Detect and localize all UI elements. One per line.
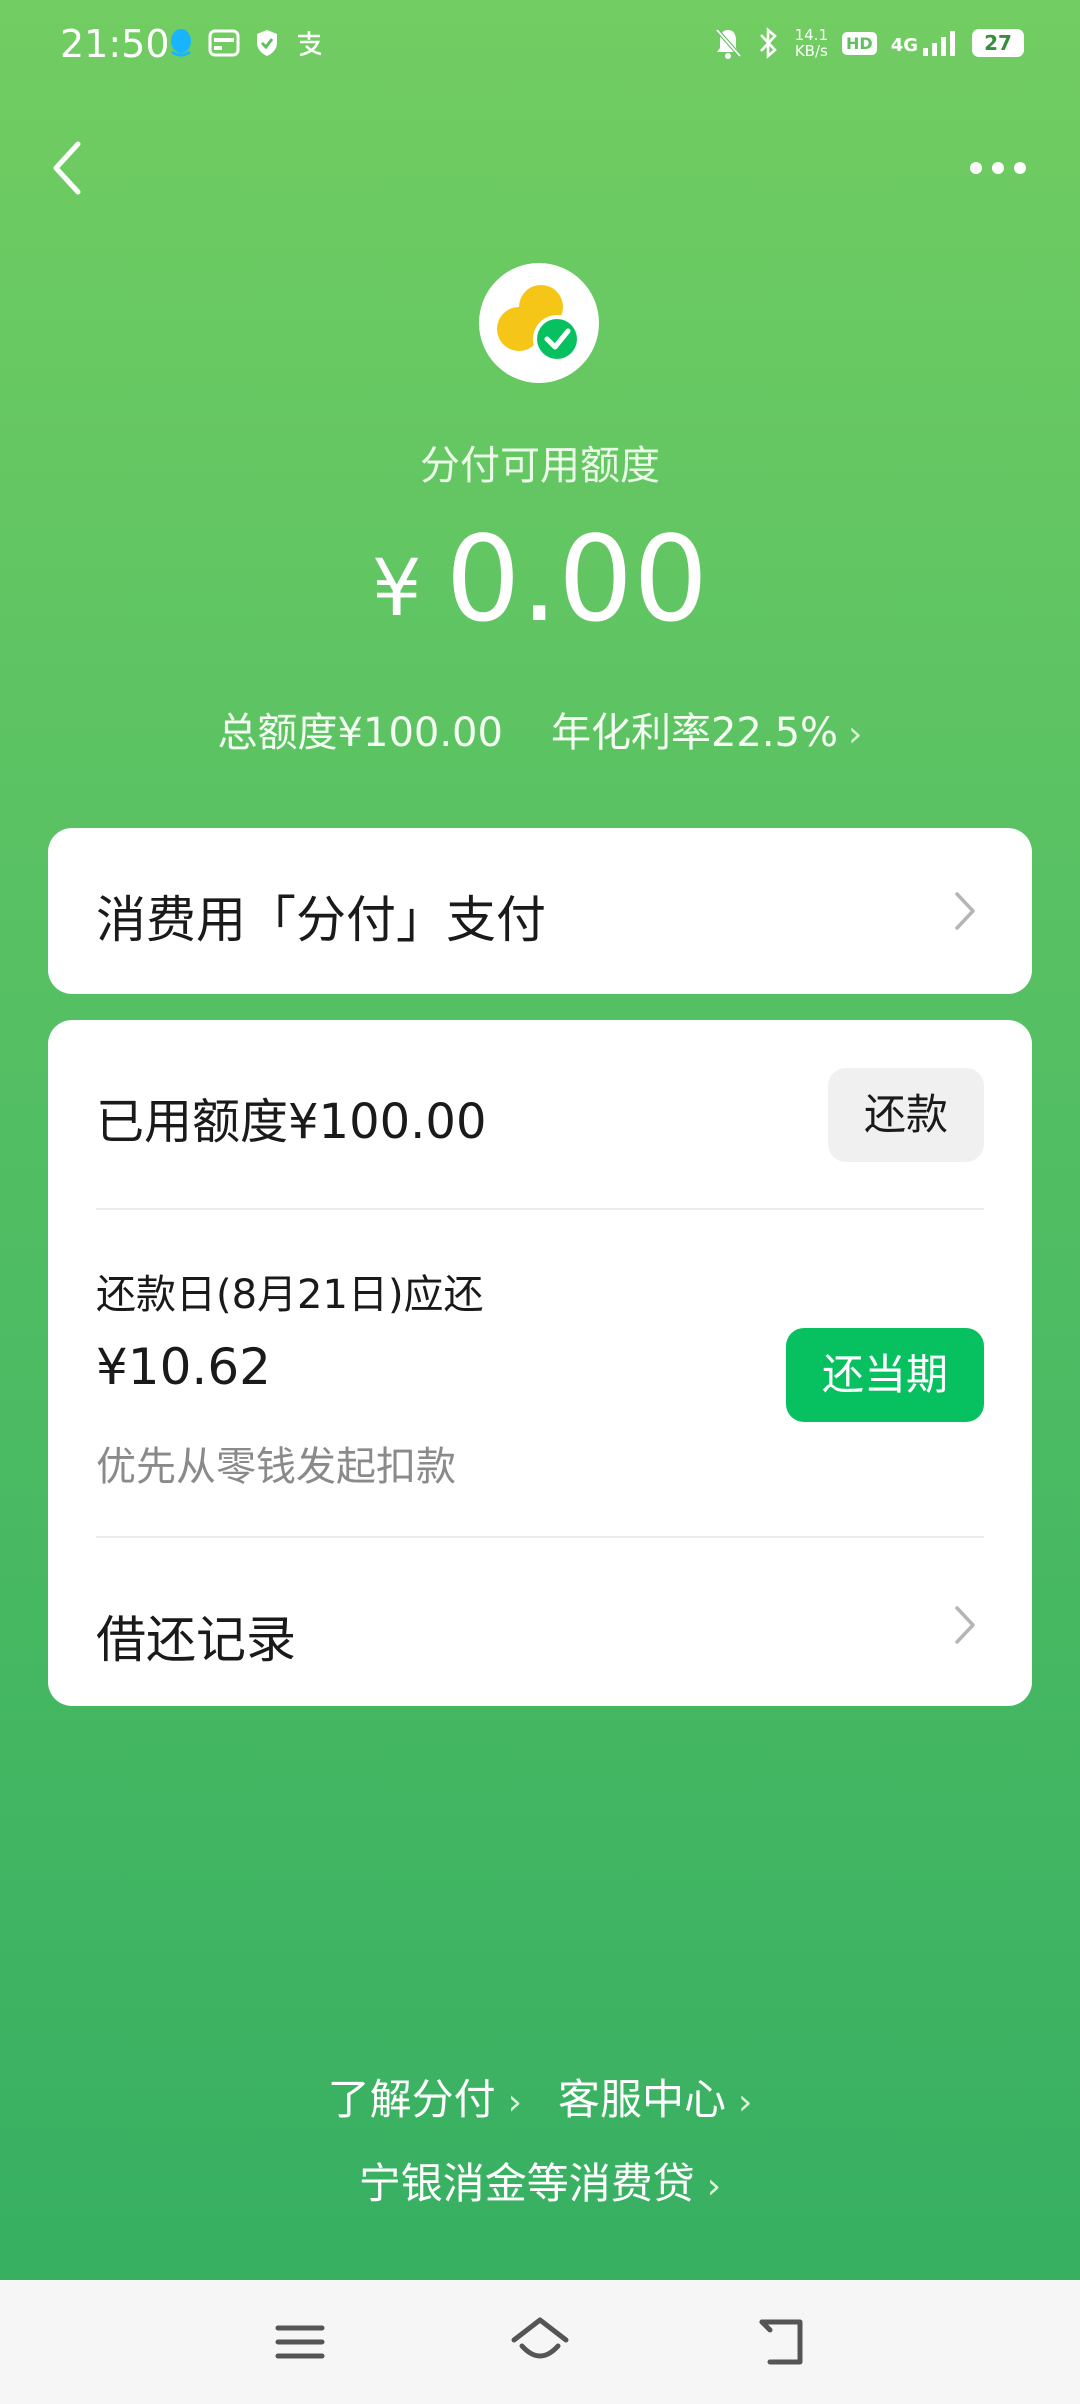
network-speed-value: 14.1 xyxy=(794,26,829,44)
shield-icon xyxy=(257,30,277,56)
divider xyxy=(96,1536,984,1538)
chevron-right-icon xyxy=(955,1606,975,1644)
due-amount: ¥10.62 xyxy=(96,1338,271,1396)
more-options-icon[interactable] xyxy=(968,150,1028,186)
pay-with-fenfu-card[interactable]: 消费用「分付」支付 xyxy=(48,828,1032,994)
network-type: 4G xyxy=(890,35,918,56)
divider xyxy=(96,1208,984,1210)
menu-icon[interactable] xyxy=(268,2310,332,2374)
pay-with-fenfu-label: 消费用「分付」支付 xyxy=(96,891,546,949)
credit-summary[interactable]: 总额度¥100.00 年化利率22.5% › xyxy=(0,700,1080,758)
chevron-right-icon: › xyxy=(706,2166,722,2207)
fenfu-logo-icon xyxy=(497,285,581,363)
available-credit-label: 分付可用额度 xyxy=(420,443,660,489)
chevron-right-icon: › xyxy=(507,2082,522,2123)
chevron-right-icon: › xyxy=(738,2082,753,2123)
hd-badge: HD xyxy=(842,31,877,55)
chevron-right-icon: › xyxy=(848,714,863,755)
due-date-label: 还款日(8月21日)应还 xyxy=(96,1272,484,1318)
footer-links-second: 宁银消金等消费贷 › xyxy=(0,2150,1080,2211)
total-credit: 总额度¥100.00 xyxy=(217,710,503,756)
deduction-note: 优先从零钱发起扣款 xyxy=(96,1444,456,1490)
borrow-repay-records[interactable]: 借还记录 xyxy=(96,1600,296,1672)
back-icon[interactable] xyxy=(44,138,92,198)
alipay-icon xyxy=(298,31,322,57)
repay-current-period-button[interactable]: 还当期 xyxy=(786,1328,984,1422)
footer-links: 了解分付 › 客服中心 › xyxy=(0,2066,1080,2127)
back-nav-icon[interactable] xyxy=(748,2310,812,2374)
repay-button[interactable]: 还款 xyxy=(828,1068,984,1162)
qq-icon xyxy=(171,29,191,57)
lenders-link[interactable]: 宁银消金等消费贷 › xyxy=(359,2150,721,2211)
learn-fenfu-link[interactable]: 了解分付 › xyxy=(328,2066,522,2127)
chevron-right-icon xyxy=(955,892,975,930)
used-credit: 已用额度¥100.00 xyxy=(96,1094,487,1150)
bluetooth-icon xyxy=(759,27,777,59)
system-nav-bar xyxy=(0,2280,1080,2404)
available-credit-value: 0.00 xyxy=(445,510,709,648)
available-credit-amount: ¥0.00 xyxy=(0,520,1080,638)
status-time: 21:50 xyxy=(60,22,170,66)
network-speed-unit: KB/s xyxy=(794,42,828,60)
lenders-label: 宁银消金等消费贷 xyxy=(358,2159,695,2208)
loan-card: 已用额度¥100.00 还款 还款日(8月21日)应还 ¥10.62 还当期 优… xyxy=(48,1020,1032,1706)
customer-service-link[interactable]: 客服中心 › xyxy=(558,2066,752,2127)
notification-icons xyxy=(168,28,324,58)
status-bar: 21:50 14.1 KB/s HD 4G 27 xyxy=(0,0,1080,96)
annual-rate[interactable]: 年化利率22.5% xyxy=(551,710,838,756)
signal-icon xyxy=(923,31,955,56)
signal-group: 4G xyxy=(891,30,958,56)
fenfu-logo xyxy=(479,263,599,383)
network-speed: 14.1 KB/s xyxy=(795,27,828,59)
customer-service-label: 客服中心 xyxy=(558,2075,727,2124)
learn-fenfu-label: 了解分付 xyxy=(327,2075,496,2124)
home-icon[interactable] xyxy=(508,2310,572,2374)
system-icons: 14.1 KB/s HD 4G 27 xyxy=(713,26,1024,60)
currency-symbol: ¥ xyxy=(371,544,422,634)
mute-bell-icon xyxy=(715,28,742,59)
battery-icon: 27 xyxy=(972,29,1024,57)
card-icon xyxy=(208,29,240,57)
